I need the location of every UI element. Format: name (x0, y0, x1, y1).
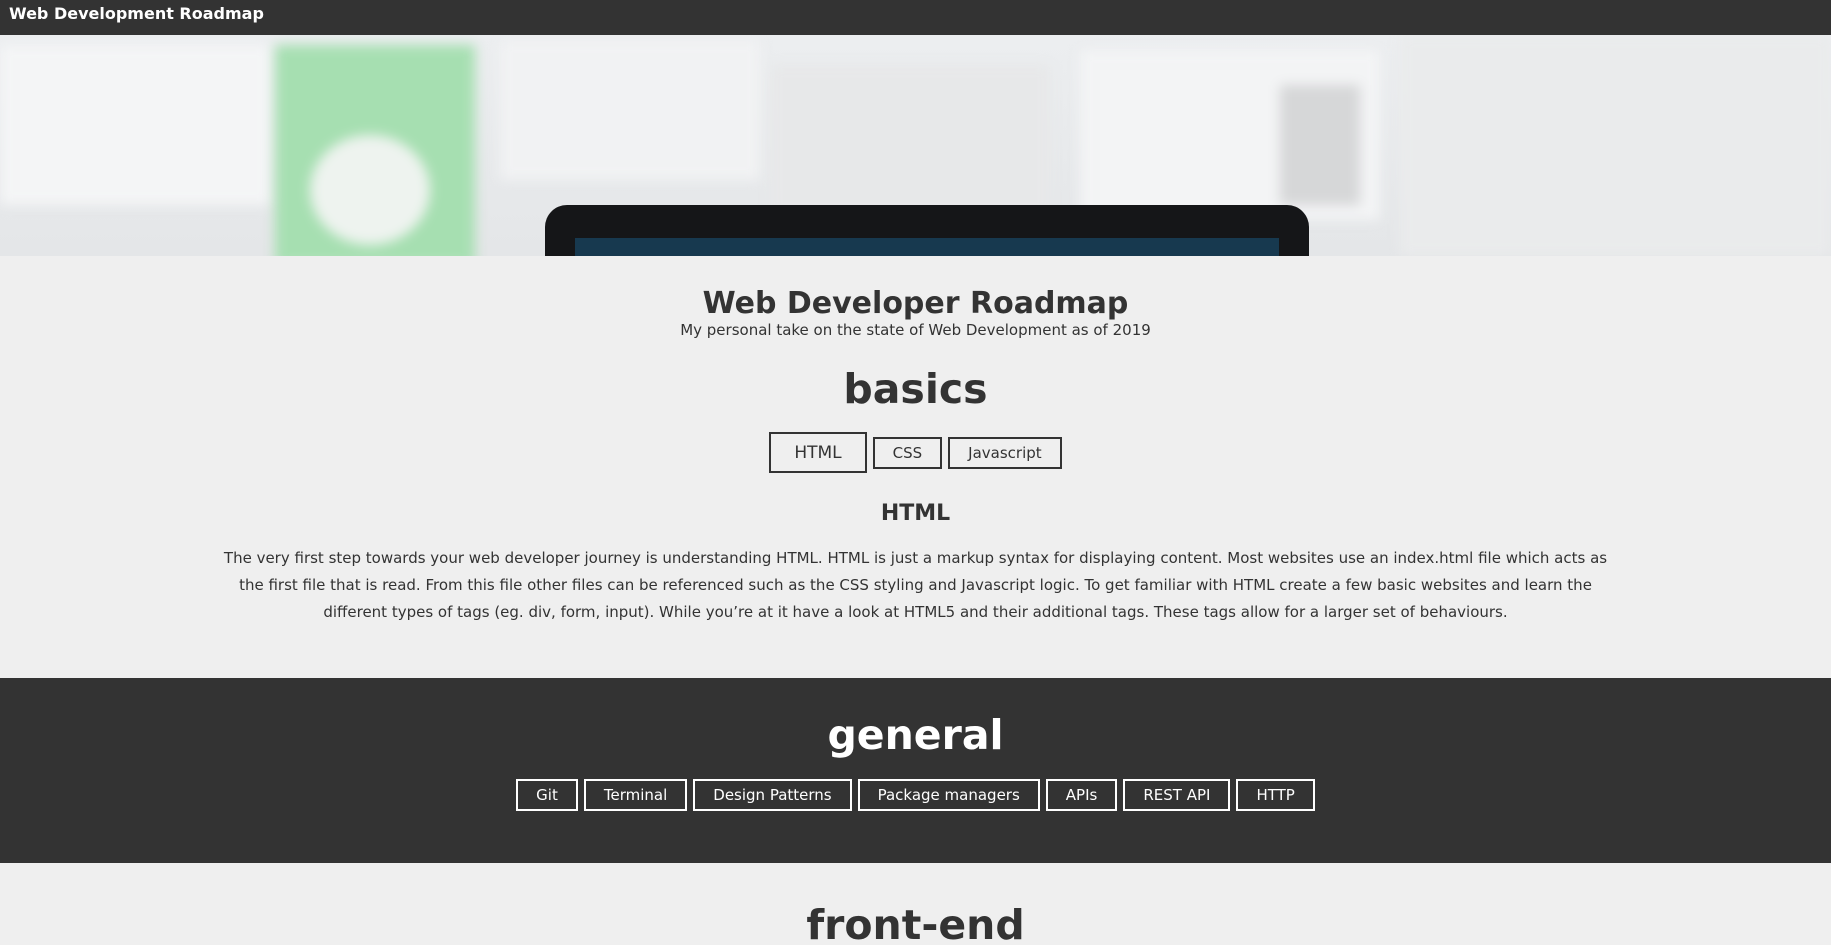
laptop-image (545, 205, 1309, 256)
tab-git[interactable]: Git (516, 779, 578, 811)
tab-javascript[interactable]: Javascript (948, 436, 1062, 469)
intro-section: Web Developer Roadmap My personal take o… (0, 256, 1831, 413)
tab-css[interactable]: CSS (872, 436, 943, 469)
general-section: general Git Terminal Design Patterns Pac… (0, 678, 1831, 863)
section-heading-frontend: front-end (806, 901, 1025, 945)
basics-section: HTML CSS Javascript HTML The very first … (0, 404, 1831, 678)
page-subtitle: My personal take on the state of Web Dev… (680, 321, 1151, 339)
tab-apis[interactable]: APIs (1045, 779, 1118, 811)
site-header-title: Web Development Roadmap (9, 4, 264, 23)
hero-banner-image (0, 35, 1831, 256)
tab-terminal[interactable]: Terminal (583, 779, 688, 811)
frontend-section: front-end (0, 863, 1831, 945)
tab-package-managers[interactable]: Package managers (857, 779, 1040, 811)
basics-tabs: HTML CSS Javascript (0, 432, 1831, 473)
general-tabs: Git Terminal Design Patterns Package man… (0, 779, 1831, 811)
topic-title: HTML (880, 501, 951, 526)
top-bar: Web Development Roadmap (0, 0, 1831, 35)
tab-rest-api[interactable]: REST API (1123, 779, 1231, 811)
section-heading-general: general (827, 711, 1004, 759)
tab-html[interactable]: HTML (769, 432, 867, 473)
tab-design-patterns[interactable]: Design Patterns (693, 779, 852, 811)
topic-description: The very first step towards your web dev… (223, 549, 1608, 621)
tab-http[interactable]: HTTP (1236, 779, 1315, 811)
page-title: Web Developer Roadmap (702, 286, 1129, 321)
